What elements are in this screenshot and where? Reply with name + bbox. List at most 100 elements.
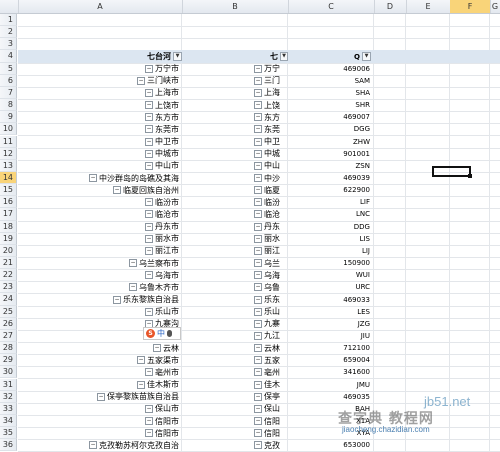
cell[interactable] bbox=[374, 111, 406, 124]
cell[interactable] bbox=[182, 38, 288, 51]
cell[interactable] bbox=[490, 354, 500, 366]
collapse-icon[interactable]: − bbox=[254, 295, 262, 304]
collapse-icon[interactable]: − bbox=[254, 113, 262, 122]
row-header[interactable]: 32 bbox=[0, 390, 17, 403]
collapse-icon[interactable]: − bbox=[254, 271, 262, 280]
cell[interactable] bbox=[374, 220, 406, 233]
short-name-cell[interactable]: − 乐山 bbox=[182, 305, 288, 318]
row-header[interactable]: 2 bbox=[0, 26, 17, 39]
ime-mode-label[interactable]: 中 bbox=[157, 328, 165, 339]
cell[interactable] bbox=[406, 196, 450, 209]
collapse-icon[interactable]: − bbox=[254, 76, 262, 85]
cell[interactable] bbox=[406, 220, 450, 233]
cell[interactable] bbox=[490, 26, 500, 38]
cell[interactable] bbox=[406, 378, 450, 391]
city-cell[interactable]: − 五家渠市 bbox=[18, 354, 182, 367]
city-cell[interactable]: − 乌海市 bbox=[18, 269, 182, 282]
cell[interactable] bbox=[406, 281, 450, 294]
short-name-cell[interactable]: − 亳州 bbox=[182, 366, 288, 379]
code-cell[interactable]: 150900 bbox=[288, 257, 374, 270]
row-header[interactable]: 30 bbox=[0, 366, 17, 379]
cell[interactable] bbox=[450, 99, 490, 112]
cell[interactable] bbox=[406, 244, 450, 257]
collapse-icon[interactable]: − bbox=[254, 149, 262, 158]
cell[interactable] bbox=[374, 439, 406, 452]
pivot-field-city[interactable]: 七台河 ▼ bbox=[18, 50, 182, 62]
cell[interactable] bbox=[374, 390, 406, 403]
cell[interactable] bbox=[490, 330, 500, 342]
city-cell[interactable]: − 临沧市 bbox=[18, 208, 182, 221]
row-header[interactable]: 19 bbox=[0, 232, 17, 245]
collapse-icon[interactable]: − bbox=[89, 441, 97, 450]
cell[interactable] bbox=[450, 317, 490, 330]
short-name-cell[interactable]: − 丽水 bbox=[182, 232, 288, 245]
cell[interactable] bbox=[406, 342, 450, 355]
row-header[interactable]: 26 bbox=[0, 317, 17, 330]
code-cell[interactable]: LIS bbox=[288, 232, 374, 245]
code-cell[interactable]: DGG bbox=[288, 123, 374, 136]
collapse-icon[interactable]: − bbox=[254, 246, 262, 255]
cell[interactable] bbox=[490, 111, 500, 123]
cell[interactable] bbox=[374, 293, 406, 306]
cell[interactable] bbox=[490, 148, 500, 160]
code-cell[interactable]: LIF bbox=[288, 196, 374, 209]
cell[interactable] bbox=[374, 257, 406, 270]
code-cell[interactable]: ZSN bbox=[288, 159, 374, 172]
cell[interactable] bbox=[490, 136, 500, 148]
collapse-icon[interactable]: − bbox=[254, 161, 262, 170]
short-name-cell[interactable]: − 中沙 bbox=[182, 171, 288, 185]
short-name-cell[interactable]: − 信阳 bbox=[182, 414, 288, 428]
row-header[interactable]: 34 bbox=[0, 414, 17, 428]
row-header[interactable]: 4 bbox=[0, 50, 17, 63]
row-header[interactable]: 31 bbox=[0, 378, 17, 391]
short-name-cell[interactable]: − 五家 bbox=[182, 354, 288, 367]
cell[interactable] bbox=[450, 354, 490, 367]
code-cell[interactable]: SHA bbox=[288, 86, 374, 100]
collapse-icon[interactable]: − bbox=[254, 174, 262, 182]
collapse-icon[interactable]: − bbox=[254, 392, 262, 401]
cell[interactable] bbox=[406, 86, 450, 100]
filter-dropdown-icon[interactable]: ▼ bbox=[362, 52, 371, 61]
row-header[interactable]: 27 bbox=[0, 329, 17, 343]
city-cell[interactable]: − 上海市 bbox=[18, 86, 182, 100]
short-name-cell[interactable]: − 乌兰 bbox=[182, 257, 288, 270]
row-header[interactable]: 8 bbox=[0, 99, 17, 112]
cell[interactable] bbox=[374, 135, 406, 148]
cell[interactable] bbox=[450, 329, 490, 343]
collapse-icon[interactable]: − bbox=[145, 271, 153, 280]
cell[interactable] bbox=[374, 366, 406, 379]
cell[interactable] bbox=[288, 14, 374, 27]
short-name-cell[interactable]: − 九江 bbox=[182, 329, 288, 343]
row-header[interactable]: 18 bbox=[0, 220, 17, 233]
row-header[interactable]: 13 bbox=[0, 159, 17, 172]
city-cell[interactable]: − 保山市 bbox=[18, 402, 182, 415]
cell[interactable] bbox=[490, 38, 500, 50]
city-cell[interactable]: − 亳州市 bbox=[18, 366, 182, 379]
collapse-icon[interactable]: − bbox=[254, 186, 262, 195]
cell[interactable] bbox=[374, 232, 406, 245]
cell[interactable] bbox=[374, 342, 406, 355]
cell[interactable] bbox=[374, 244, 406, 257]
cell[interactable] bbox=[374, 208, 406, 221]
cell[interactable] bbox=[182, 26, 288, 39]
collapse-icon[interactable]: − bbox=[254, 210, 262, 219]
cell[interactable] bbox=[450, 281, 490, 294]
cell[interactable] bbox=[406, 232, 450, 245]
city-cell[interactable]: − 临汾市 bbox=[18, 196, 182, 209]
cell[interactable] bbox=[450, 50, 490, 62]
collapse-icon[interactable]: − bbox=[254, 234, 262, 243]
collapse-icon[interactable]: − bbox=[145, 88, 153, 97]
cell[interactable] bbox=[374, 184, 406, 197]
short-name-cell[interactable]: − 三门 bbox=[182, 74, 288, 87]
short-name-cell[interactable]: − 乐东 bbox=[182, 293, 288, 306]
collapse-icon[interactable]: − bbox=[97, 392, 105, 401]
code-cell[interactable]: JIU bbox=[288, 329, 374, 343]
collapse-icon[interactable]: − bbox=[145, 149, 153, 158]
cell[interactable] bbox=[450, 62, 490, 75]
row-header[interactable]: 29 bbox=[0, 354, 17, 367]
short-name-cell[interactable]: − 佳木 bbox=[182, 378, 288, 391]
city-cell[interactable]: − 丽江市 bbox=[18, 244, 182, 257]
collapse-icon[interactable]: − bbox=[254, 441, 262, 450]
row-header[interactable]: 3 bbox=[0, 38, 17, 51]
short-name-cell[interactable]: − 克孜 bbox=[182, 439, 288, 452]
